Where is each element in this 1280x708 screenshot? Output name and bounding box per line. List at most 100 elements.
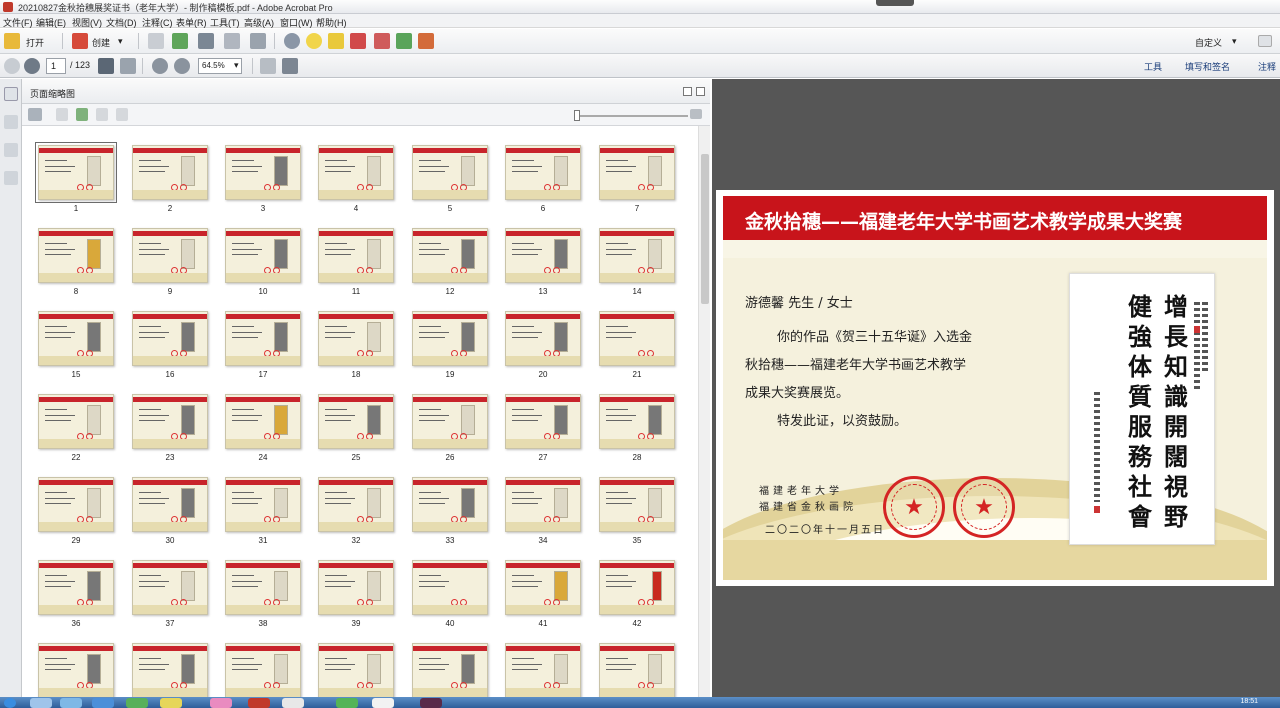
page-thumbnail[interactable] bbox=[225, 228, 301, 283]
taskbar-app[interactable] bbox=[126, 698, 148, 708]
thumbnail-size-slider-knob[interactable] bbox=[574, 110, 580, 121]
page-thumbnail[interactable] bbox=[132, 560, 208, 615]
menu-comment[interactable]: 注释(C) bbox=[142, 16, 173, 29]
thumbnail-size-large-icon[interactable] bbox=[690, 109, 702, 119]
page-thumbnail[interactable] bbox=[599, 311, 675, 366]
page-thumbnail[interactable] bbox=[318, 560, 394, 615]
customize-chevron-icon[interactable]: ▾ bbox=[1232, 36, 1237, 47]
select-tool-icon[interactable] bbox=[98, 58, 114, 74]
edit-document-icon[interactable] bbox=[224, 33, 240, 49]
taskbar-app[interactable] bbox=[160, 698, 182, 708]
previous-page-icon[interactable] bbox=[4, 58, 20, 74]
page-thumbnail[interactable] bbox=[505, 145, 581, 200]
menu-tools[interactable]: 工具(T) bbox=[210, 16, 240, 29]
menu-document[interactable]: 文档(D) bbox=[106, 16, 137, 29]
page-thumbnail[interactable] bbox=[412, 643, 488, 697]
page-thumbnail[interactable] bbox=[505, 643, 581, 697]
page-thumbnail[interactable] bbox=[505, 477, 581, 532]
page-thumbnail[interactable] bbox=[225, 311, 301, 366]
zoom-out-icon[interactable] bbox=[152, 58, 168, 74]
page-thumbnail[interactable] bbox=[599, 145, 675, 200]
fill-sign-pane-link[interactable]: 填写和签名 bbox=[1185, 60, 1230, 73]
page-thumbnail[interactable] bbox=[35, 142, 117, 203]
start-button-icon[interactable] bbox=[4, 698, 16, 708]
menu-forms[interactable]: 表单(R) bbox=[176, 16, 207, 29]
page-thumbnail[interactable] bbox=[599, 394, 675, 449]
taskbar-app[interactable] bbox=[420, 698, 442, 708]
page-thumbnail[interactable] bbox=[38, 560, 114, 615]
menu-advanced[interactable]: 高级(A) bbox=[244, 16, 274, 29]
page-thumbnail[interactable] bbox=[505, 394, 581, 449]
page-thumbnail[interactable] bbox=[318, 643, 394, 697]
page-thumbnail[interactable] bbox=[132, 643, 208, 697]
hand-tool-icon[interactable] bbox=[120, 58, 136, 74]
page-thumbnail[interactable] bbox=[132, 311, 208, 366]
page-thumbnail[interactable] bbox=[318, 228, 394, 283]
create-dropdown-chevron-icon[interactable]: ▾ bbox=[118, 36, 123, 47]
tools-pane-link[interactable]: 工具 bbox=[1144, 60, 1162, 73]
page-thumbnail[interactable] bbox=[225, 477, 301, 532]
page-thumbnail[interactable] bbox=[599, 228, 675, 283]
comment-bubble-icon[interactable] bbox=[306, 33, 322, 49]
customize-button[interactable]: 自定义 bbox=[1195, 36, 1222, 49]
page-thumbnail[interactable] bbox=[318, 145, 394, 200]
fit-width-icon[interactable] bbox=[282, 58, 298, 74]
fit-page-icon[interactable] bbox=[260, 58, 276, 74]
panel-close-icon[interactable] bbox=[696, 87, 705, 96]
page-thumbnail[interactable] bbox=[225, 394, 301, 449]
page-thumbnail[interactable] bbox=[412, 394, 488, 449]
page-thumbnail[interactable] bbox=[599, 560, 675, 615]
page-thumbnail[interactable] bbox=[412, 560, 488, 615]
insert-pages-icon[interactable] bbox=[56, 108, 68, 121]
menu-edit[interactable]: 编辑(E) bbox=[36, 16, 66, 29]
menu-help[interactable]: 帮助(H) bbox=[316, 16, 347, 29]
page-thumbnail[interactable] bbox=[225, 145, 301, 200]
secure-icon[interactable] bbox=[374, 33, 390, 49]
page-thumbnail[interactable] bbox=[318, 477, 394, 532]
signatures-icon[interactable] bbox=[4, 171, 18, 185]
menu-view[interactable]: 视图(V) bbox=[72, 16, 102, 29]
page-thumbnail[interactable] bbox=[412, 311, 488, 366]
page-thumbnail[interactable] bbox=[505, 560, 581, 615]
options-menu-icon[interactable] bbox=[28, 108, 42, 121]
expand-toolbar-icon[interactable] bbox=[1258, 35, 1272, 47]
page-thumbnail[interactable] bbox=[132, 394, 208, 449]
print-icon[interactable] bbox=[198, 33, 214, 49]
next-page-icon[interactable] bbox=[24, 58, 40, 74]
taskbar-app[interactable] bbox=[336, 698, 358, 708]
bookmarks-icon[interactable] bbox=[4, 115, 18, 129]
page-thumbnail[interactable] bbox=[132, 477, 208, 532]
taskbar-app[interactable] bbox=[92, 698, 114, 708]
scrollbar-thumb[interactable] bbox=[701, 154, 709, 304]
page-thumbnail[interactable] bbox=[318, 394, 394, 449]
settings-gear-icon[interactable] bbox=[284, 33, 300, 49]
page-thumbnail[interactable] bbox=[38, 228, 114, 283]
taskbar-app[interactable] bbox=[248, 698, 270, 708]
form-icon[interactable] bbox=[396, 33, 412, 49]
page-thumbnail[interactable] bbox=[38, 643, 114, 697]
page-thumbnail[interactable] bbox=[132, 228, 208, 283]
page-thumbnail[interactable] bbox=[225, 560, 301, 615]
taskbar-app[interactable] bbox=[210, 698, 232, 708]
taskbar-app[interactable] bbox=[30, 698, 52, 708]
page-thumbnails-icon[interactable] bbox=[4, 87, 18, 101]
menu-window[interactable]: 窗口(W) bbox=[280, 16, 313, 29]
page-thumbnail[interactable] bbox=[599, 643, 675, 697]
extract-pages-icon[interactable] bbox=[76, 108, 88, 121]
page-thumbnail[interactable] bbox=[38, 477, 114, 532]
window-tab-handle[interactable] bbox=[876, 0, 914, 6]
rotate-pages-icon[interactable] bbox=[116, 108, 128, 121]
taskbar-app[interactable] bbox=[60, 698, 82, 708]
comment-pane-link[interactable]: 注释 bbox=[1258, 60, 1276, 73]
menu-file[interactable]: 文件(F) bbox=[3, 16, 33, 29]
zoom-chevron-icon[interactable]: ▾ bbox=[234, 60, 239, 71]
zoom-in-icon[interactable] bbox=[174, 58, 190, 74]
page-thumbnail[interactable] bbox=[38, 394, 114, 449]
page-thumbnail[interactable] bbox=[599, 477, 675, 532]
page-thumbnail[interactable] bbox=[412, 477, 488, 532]
sticky-note-icon[interactable] bbox=[328, 33, 344, 49]
page-thumbnail[interactable] bbox=[225, 643, 301, 697]
taskbar-app[interactable] bbox=[372, 698, 394, 708]
page-thumbnail[interactable] bbox=[132, 145, 208, 200]
email-icon[interactable] bbox=[250, 33, 266, 49]
